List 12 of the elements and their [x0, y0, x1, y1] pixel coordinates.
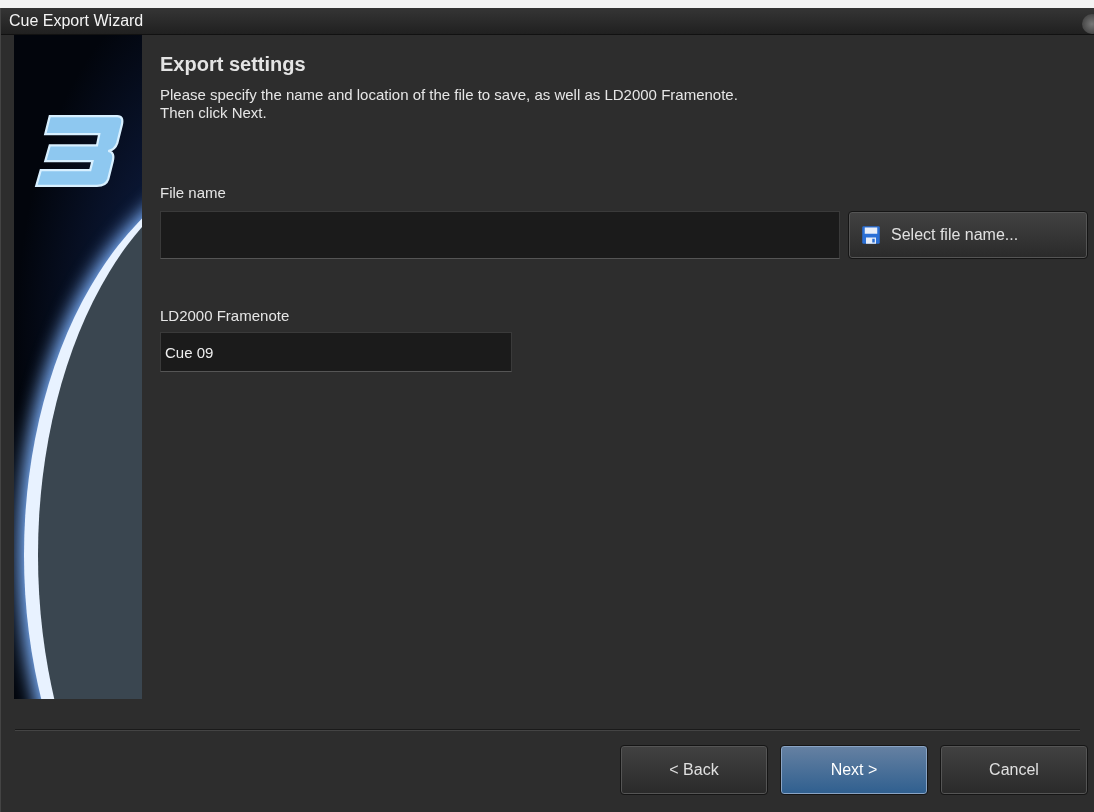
- field-label: File name: [160, 184, 227, 201]
- window-title: Cue Export Wizard: [9, 12, 144, 30]
- file-name-field[interactable]: [160, 211, 840, 259]
- wizard-button[interactable]: Next >: [780, 745, 928, 795]
- page-heading: Export settings: [160, 53, 307, 76]
- instruction-text: Please specify the name and location of the file to save, as well as LD2000 Framenote.: [160, 86, 739, 104]
- field-label: LD2000 Framenote: [160, 307, 291, 324]
- wizard-button[interactable]: Cancel: [940, 745, 1088, 795]
- select-file-button[interactable]: Select file name...: [848, 211, 1088, 259]
- instruction-text: Then click Next.: [160, 104, 268, 122]
- wizard-button[interactable]: < Back: [620, 745, 768, 795]
- framenote-field[interactable]: Cue 09: [160, 332, 512, 372]
